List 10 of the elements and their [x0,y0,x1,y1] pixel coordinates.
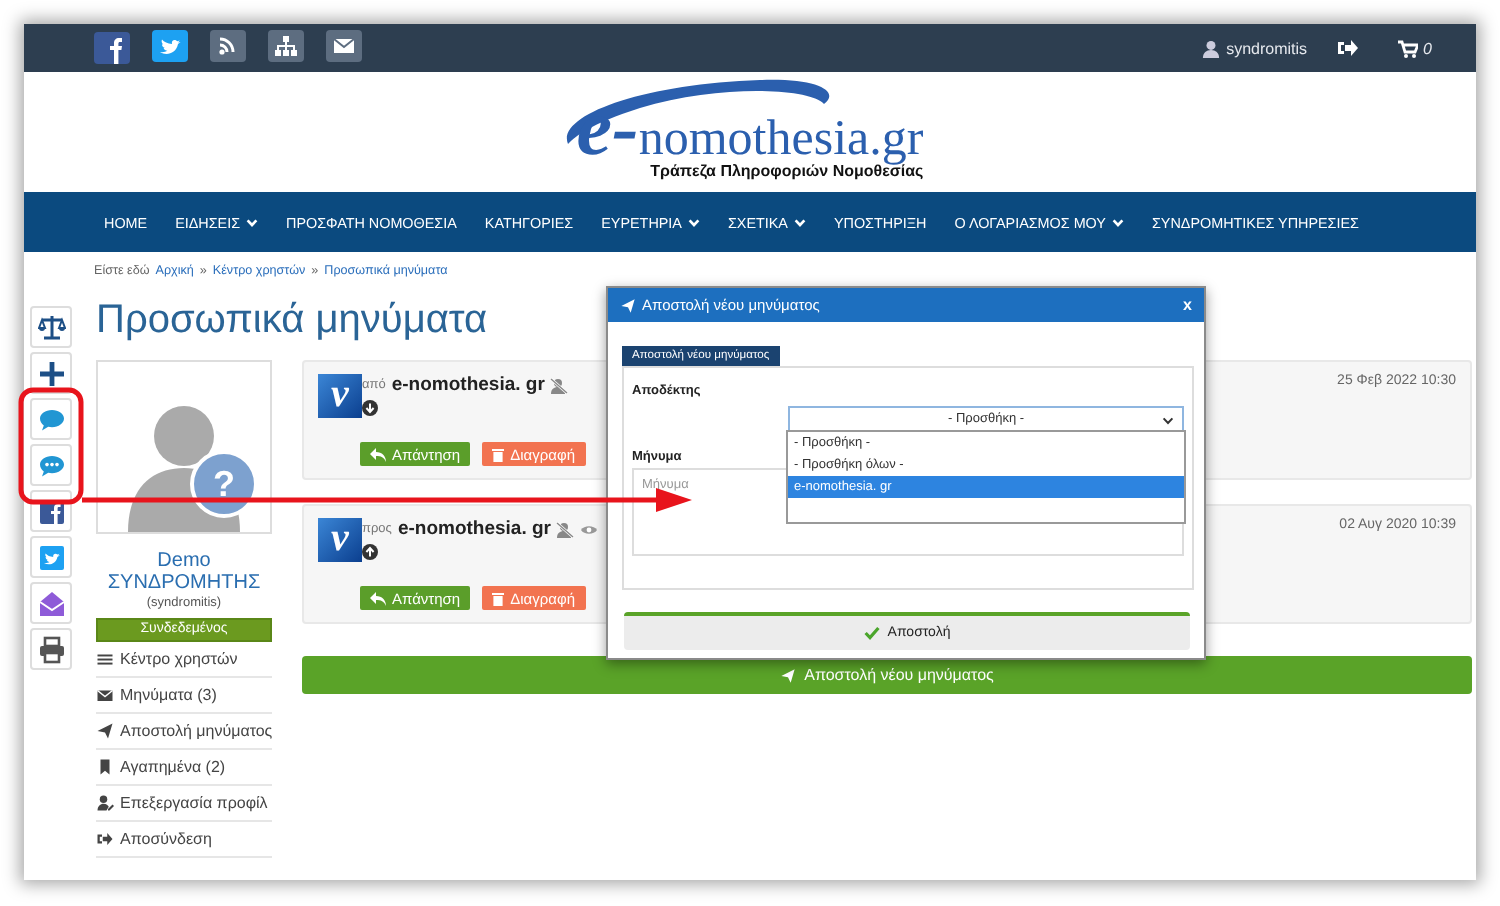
logo-tagline: Τράπεζα Πληροφοριών Νομοθεσίας [650,162,924,180]
profile-role: ΣΥΝΔΡΟΜΗΤΗΣ [105,572,263,594]
page-title: Προσωπικά μηνύματα [96,296,488,344]
sender-name: e-nomothesia. gr [391,374,545,396]
sender-name: e-nomothesia. gr [397,518,551,540]
cart-count: 0 [1423,39,1432,57]
logo-text: nomothesia.gr [638,114,924,166]
sender-avatar: v [318,374,362,418]
sender-avatar: v [318,518,362,562]
profile-name: Demo [155,550,213,572]
